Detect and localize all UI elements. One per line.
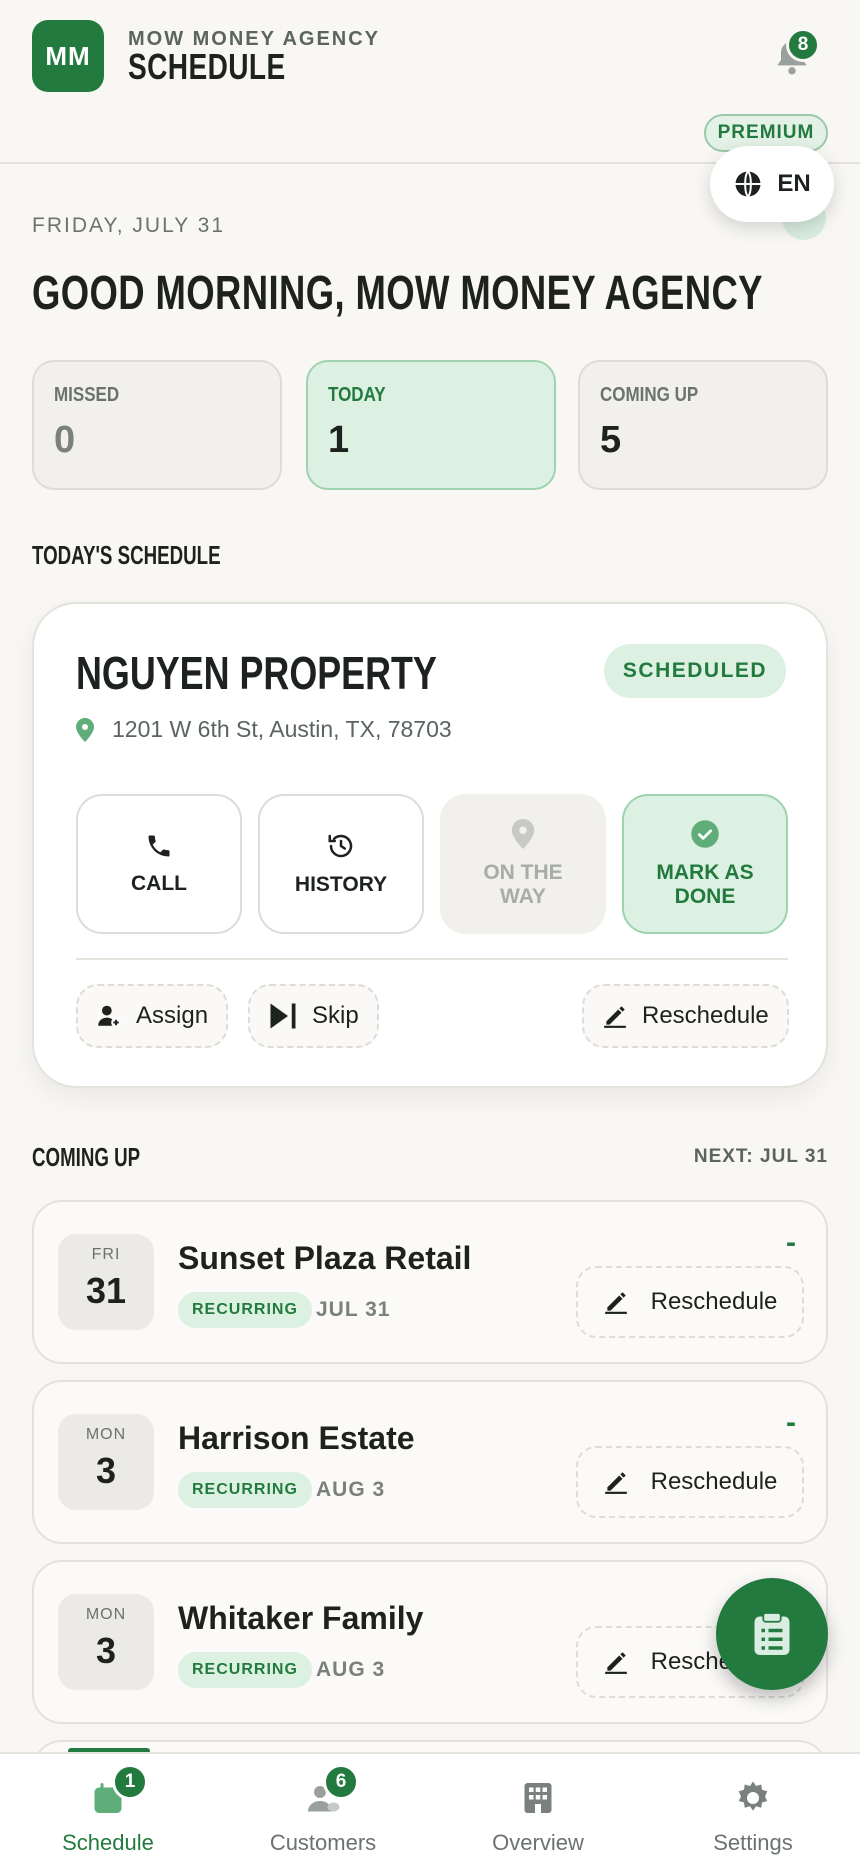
pencil-icon	[604, 1472, 627, 1494]
greeting-title: GOOD MORNING, MOW MONEY AGENCY	[32, 267, 763, 320]
nav-label: Overview	[492, 1830, 584, 1855]
nav-label: Schedule	[62, 1830, 154, 1855]
date-box: FRI 31	[58, 1234, 154, 1330]
nav-label: Customers	[269, 1830, 377, 1855]
reschedule-label: Reschedule	[642, 1002, 769, 1029]
current-date: FRIDAY, JULY 31	[32, 214, 226, 237]
on-the-way-label-1: ON THE	[483, 860, 563, 884]
recurring-badge: RECURRING	[178, 1652, 312, 1688]
stat-today[interactable]: TODAY 1	[306, 360, 556, 490]
on-the-way-button[interactable]: ON THE WAY	[440, 794, 606, 934]
schedule-card: NGUYEN PROPERTY SCHEDULED 1201 W 6th St,…	[32, 602, 828, 1088]
day-of-week: MON	[85, 1606, 127, 1623]
day-of-week: MON	[85, 1426, 127, 1443]
globe-icon	[735, 170, 761, 198]
card-divider	[76, 958, 788, 960]
reschedule-label: Reschedule	[650, 1468, 778, 1495]
recurring-badge: RECURRING	[178, 1472, 312, 1508]
nav-schedule[interactable]: 1 Schedule	[8, 1764, 208, 1856]
history-button[interactable]: HISTORY	[258, 794, 424, 934]
reschedule-label: Reschedule	[650, 1288, 778, 1315]
page-title: SCHEDULE	[128, 46, 286, 87]
gear-icon	[738, 1781, 768, 1811]
job-date: JUL 31	[316, 1298, 391, 1321]
upcoming-job-card[interactable]: MON 3 Harrison Estate RECURRING AUG 3 - …	[32, 1380, 828, 1544]
assign-label: Assign	[136, 1002, 209, 1029]
pencil-icon	[604, 1292, 627, 1314]
pencil-icon	[604, 1006, 626, 1028]
reschedule-button[interactable]: Reschedule	[576, 1446, 804, 1518]
nav-badge: 6	[323, 1764, 359, 1800]
address-text: 1201 W 6th St, Austin, TX, 78703	[112, 716, 452, 742]
assign-user-icon	[98, 1005, 121, 1028]
job-name: Whitaker Family	[178, 1600, 424, 1636]
building-icon	[524, 1783, 552, 1813]
mark-done-label-2: DONE	[674, 885, 736, 908]
stat-value: 5	[600, 419, 622, 461]
stat-missed[interactable]: MISSED 0	[32, 360, 282, 490]
call-button[interactable]: CALL	[76, 794, 242, 934]
reschedule-button[interactable]: Reschedule	[582, 984, 789, 1048]
job-date: AUG 3	[316, 1658, 386, 1681]
day-of-month: 3	[95, 1630, 117, 1671]
skip-icon	[270, 1003, 296, 1029]
mark-as-done-button[interactable]: MARK AS DONE	[622, 794, 788, 934]
job-name: Harrison Estate	[178, 1420, 415, 1456]
recurring-badge: RECURRING	[178, 1292, 312, 1328]
location-pin-icon	[76, 717, 94, 742]
upcoming-job-card[interactable]: FRI 31 Sunset Plaza Retail RECURRING JUL…	[32, 1200, 828, 1364]
property-address[interactable]: 1201 W 6th St, Austin, TX, 78703	[76, 716, 452, 743]
stat-value: 1	[328, 419, 350, 461]
day-of-week: FRI	[91, 1246, 121, 1263]
clipboard-fab-button[interactable]	[716, 1578, 828, 1690]
reschedule-button[interactable]: Reschedule	[576, 1266, 804, 1338]
date-box: MON 3	[58, 1414, 154, 1510]
call-label: CALL	[131, 872, 187, 895]
status-badge: SCHEDULED	[604, 644, 786, 698]
job-name: Sunset Plaza Retail	[178, 1240, 472, 1276]
stat-label: MISSED	[54, 384, 120, 406]
nav-overview[interactable]: Overview	[438, 1772, 638, 1856]
job-marker: -	[786, 1406, 796, 1439]
language-switcher[interactable]: EN	[710, 146, 834, 222]
property-name: NGUYEN PROPERTY	[76, 647, 437, 699]
next-date-label: NEXT: JUL 31	[693, 1146, 828, 1167]
skip-button[interactable]: Skip	[248, 984, 379, 1048]
assign-button[interactable]: Assign	[76, 984, 229, 1048]
history-label: HISTORY	[294, 873, 388, 896]
nav-customers[interactable]: 6 Customers	[223, 1764, 423, 1856]
todays-schedule-heading: TODAY'S SCHEDULE	[32, 540, 221, 570]
coming-up-heading: COMING UP	[32, 1142, 141, 1172]
upcoming-job-card[interactable]: MON 3 Whitaker Family RECURRING AUG 3 - …	[32, 1560, 828, 1724]
stat-value: 0	[54, 419, 76, 461]
stat-coming-up[interactable]: COMING UP 5	[578, 360, 828, 490]
stat-label: COMING UP	[600, 384, 699, 406]
job-marker: -	[786, 1226, 796, 1259]
stat-label: TODAY	[328, 384, 386, 406]
job-date: AUG 3	[316, 1478, 386, 1501]
location-pin-icon	[511, 818, 535, 849]
agency-logo: MM	[32, 20, 104, 92]
bottom-navigation: 1 Schedule 6 Customers Overview Settings	[0, 1752, 860, 1864]
day-of-month: 31	[85, 1270, 127, 1311]
history-icon	[328, 834, 353, 858]
nav-label: Settings	[713, 1830, 793, 1855]
notification-count-badge: 8	[786, 28, 820, 62]
phone-icon	[148, 835, 170, 857]
nav-badge: 1	[112, 1764, 148, 1800]
day-of-month: 3	[95, 1450, 117, 1491]
check-circle-icon	[691, 820, 719, 848]
pencil-icon	[604, 1652, 627, 1674]
app-header: MM MOW MONEY AGENCY SCHEDULE 8 PREMIUM	[0, 0, 860, 164]
on-the-way-label-2: WAY	[500, 885, 546, 908]
date-box: MON 3	[58, 1594, 154, 1690]
mark-done-label-1: MARK AS	[656, 860, 754, 884]
clipboard-icon	[754, 1612, 790, 1655]
nav-settings[interactable]: Settings	[653, 1772, 853, 1856]
language-label: EN	[777, 170, 811, 197]
skip-label: Skip	[312, 1002, 359, 1029]
